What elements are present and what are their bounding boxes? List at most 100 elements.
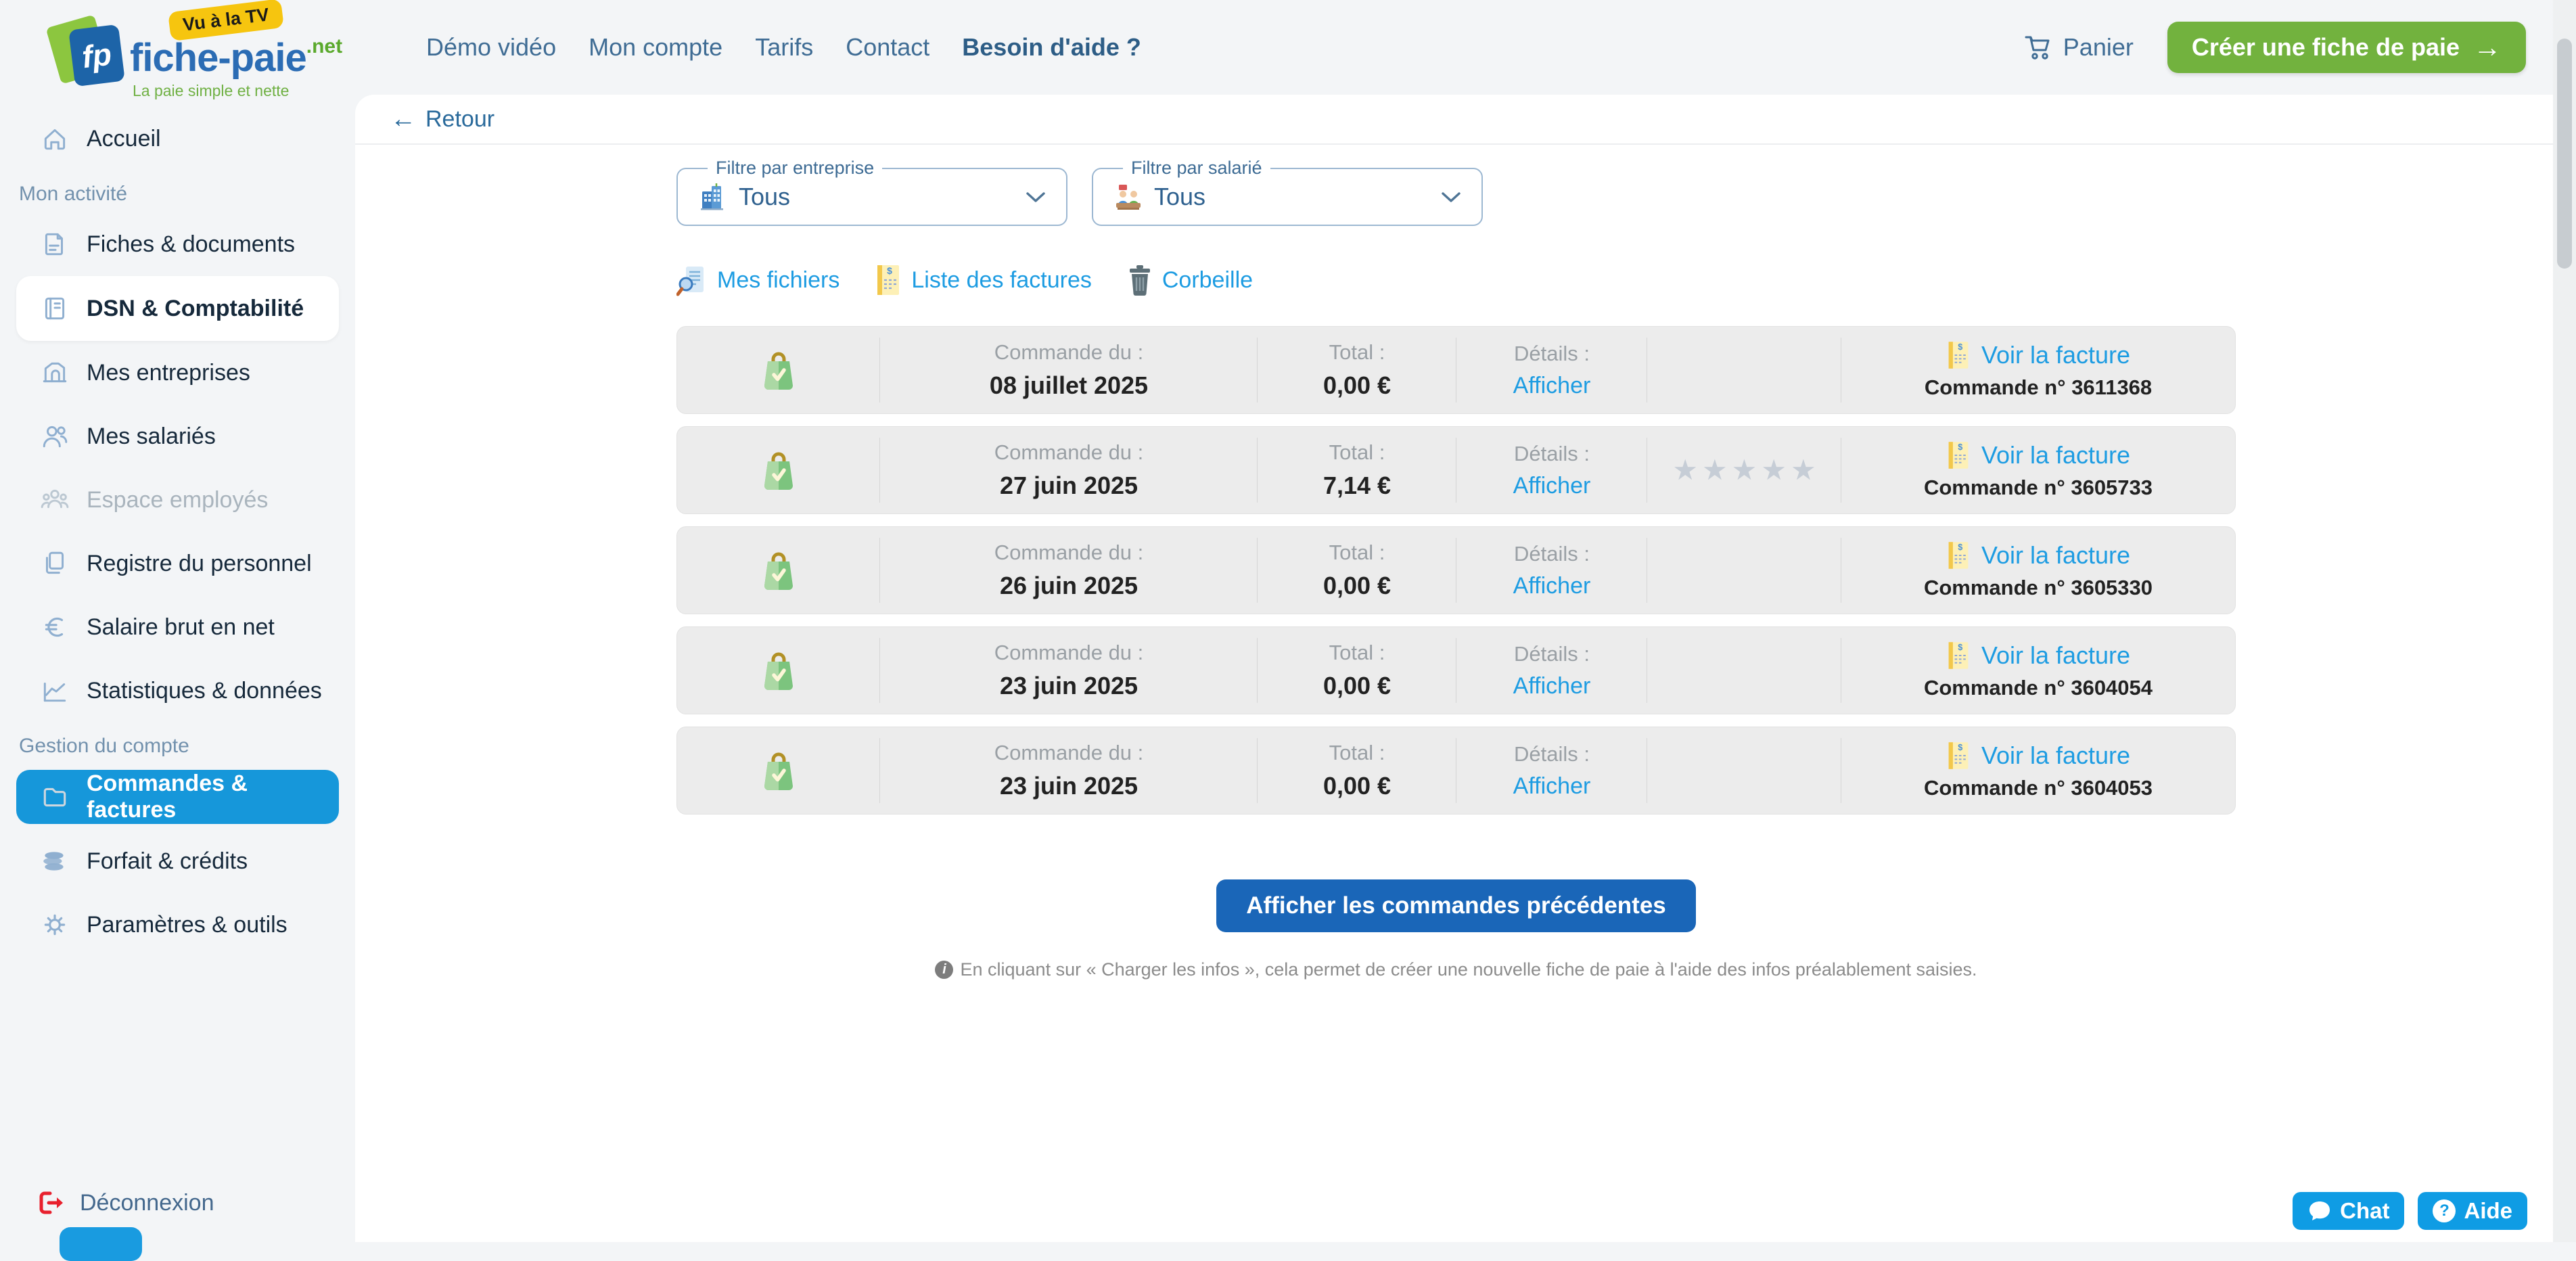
- line-chart-icon: [41, 677, 69, 705]
- cart-label: Panier: [2063, 33, 2134, 62]
- star-icon: ★: [1791, 456, 1816, 484]
- cart-icon: [2024, 33, 2054, 62]
- sidebar-item-commandes-factures[interactable]: Commandes & factures: [16, 770, 339, 824]
- order-row: Commande du : 23 juin 2025 Total : 0,00 …: [676, 626, 2236, 714]
- order-row: Commande du : 27 juin 2025 Total : 7,14 …: [676, 426, 2236, 514]
- footnote: i En cliquant sur « Charger les infos »,…: [676, 959, 2236, 980]
- order-rating-cell: [1647, 627, 1841, 714]
- invoice-icon: $: [1946, 741, 1971, 771]
- afficher-link[interactable]: Afficher: [1513, 473, 1591, 499]
- voir-facture-link[interactable]: $ Voir la facture: [1946, 440, 2130, 470]
- sidebar-item-accueil[interactable]: Accueil: [0, 107, 355, 170]
- shopping-bag-icon: [759, 448, 798, 492]
- sidebar-item-parametres-outils[interactable]: Paramètres & outils: [0, 893, 355, 957]
- order-bag-cell: [677, 527, 880, 614]
- sidebar-section-mon-activite: Mon activité: [0, 170, 355, 212]
- trash-icon: [1127, 264, 1153, 296]
- order-rating-cell: [1647, 727, 1841, 814]
- voir-facture-link[interactable]: $ Voir la facture: [1946, 741, 2130, 771]
- sidebar-item-mes-salaries[interactable]: Mes salariés: [0, 405, 355, 468]
- order-date-cell: Commande du : 08 juillet 2025: [880, 327, 1258, 413]
- ledger-icon: [41, 294, 69, 323]
- order-number: Commande n° 3604053: [1924, 776, 2153, 800]
- order-number: Commande n° 3604054: [1924, 676, 2153, 700]
- invoice-icon: $: [1946, 440, 1971, 470]
- chevron-down-icon: [1441, 191, 1461, 203]
- nav-contact[interactable]: Contact: [846, 33, 929, 62]
- back-link[interactable]: ← Retour: [390, 106, 495, 133]
- arrow-right-icon: →: [2473, 33, 2502, 62]
- orders-list: Commande du : 08 juillet 2025 Total : 0,…: [676, 326, 2236, 815]
- voir-facture-link[interactable]: $ Voir la facture: [1946, 340, 2130, 370]
- create-payslip-button[interactable]: Créer une fiche de paie →: [2167, 22, 2526, 73]
- scrollbar[interactable]: [2553, 0, 2576, 1242]
- gear-icon: [41, 911, 69, 939]
- top-header: fp Vu à la TV fiche-paie.net La paie sim…: [0, 0, 2553, 95]
- nav-besoin-aide[interactable]: Besoin d'aide ?: [962, 33, 1141, 62]
- main-nav: Démo vidéo Mon compte Tarifs Contact Bes…: [426, 33, 1141, 62]
- nav-demo-video[interactable]: Démo vidéo: [426, 33, 556, 62]
- order-date-cell: Commande du : 23 juin 2025: [880, 727, 1258, 814]
- cart-button[interactable]: Panier: [2024, 33, 2134, 62]
- shopping-bag-icon: [759, 548, 798, 593]
- afficher-link[interactable]: Afficher: [1513, 773, 1591, 800]
- svg-text:$: $: [887, 265, 892, 276]
- order-date-cell: Commande du : 27 juin 2025: [880, 427, 1258, 513]
- sidebar-item-dsn-comptabilite[interactable]: DSN & Comptabilité: [16, 276, 339, 341]
- nav-mon-compte[interactable]: Mon compte: [589, 33, 722, 62]
- order-invoice-cell: $ Voir la facture Commande n° 3605733: [1841, 427, 2235, 513]
- svg-text:$: $: [1958, 342, 1962, 352]
- order-number: Commande n° 3605733: [1924, 476, 2153, 500]
- order-invoice-cell: $ Voir la facture Commande n° 3604053: [1841, 727, 2235, 814]
- partial-bottom-button[interactable]: [60, 1227, 142, 1261]
- filter-entreprise-select[interactable]: Filtre par entreprise Tous: [676, 168, 1067, 226]
- nav-tarifs[interactable]: Tarifs: [755, 33, 813, 62]
- star-icon: ★: [1732, 456, 1757, 484]
- app-logo[interactable]: fp Vu à la TV fiche-paie.net La paie sim…: [27, 0, 406, 95]
- sidebar-item-statistiques-donnees[interactable]: Statistiques & données: [0, 659, 355, 723]
- star-icon: ★: [1761, 456, 1787, 484]
- sidebar-item-fiches-documents[interactable]: Fiches & documents: [0, 212, 355, 276]
- mes-fichiers-link[interactable]: Mes fichiers: [676, 264, 840, 296]
- filter-salarie-select[interactable]: Filtre par salarié Tous: [1092, 168, 1483, 226]
- order-total-cell: Total : 7,14 €: [1258, 427, 1456, 513]
- sidebar-item-salaire-brut-net[interactable]: Salaire brut en net: [0, 595, 355, 659]
- voir-facture-link[interactable]: $ Voir la facture: [1946, 641, 2130, 670]
- sidebar-item-espace-employes[interactable]: Espace employés: [0, 468, 355, 532]
- star-icon: ★: [1672, 456, 1698, 484]
- info-icon: i: [935, 961, 953, 979]
- scrollbar-thumb[interactable]: [2557, 39, 2572, 269]
- folder-icon: [41, 783, 69, 811]
- sidebar-item-registre-personnel[interactable]: Registre du personnel: [0, 532, 355, 595]
- order-rating-cell: [1647, 327, 1841, 413]
- order-total-cell: Total : 0,00 €: [1258, 327, 1456, 413]
- coins-icon: [41, 847, 69, 875]
- afficher-link[interactable]: Afficher: [1513, 373, 1591, 399]
- sidebar-item-mes-entreprises[interactable]: Mes entreprises: [0, 341, 355, 405]
- svg-text:$: $: [1958, 743, 1962, 752]
- order-invoice-cell: $ Voir la facture Commande n° 3611368: [1841, 327, 2235, 413]
- logout-button[interactable]: Déconnexion: [38, 1189, 214, 1216]
- rating-stars[interactable]: ★★★★★: [1672, 456, 1816, 484]
- liste-factures-link[interactable]: $ Liste des factures: [875, 264, 1091, 296]
- corbeille-link[interactable]: Corbeille: [1127, 264, 1253, 296]
- order-details-cell: Détails : Afficher: [1456, 327, 1647, 413]
- voir-facture-link[interactable]: $ Voir la facture: [1946, 541, 2130, 570]
- star-icon: ★: [1702, 456, 1728, 484]
- order-date-cell: Commande du : 23 juin 2025: [880, 627, 1258, 714]
- order-details-cell: Détails : Afficher: [1456, 527, 1647, 614]
- invoice-icon: $: [1946, 641, 1971, 670]
- help-button[interactable]: ? Aide: [2418, 1192, 2527, 1230]
- back-bar: ← Retour: [355, 95, 2553, 145]
- order-details-cell: Détails : Afficher: [1456, 427, 1647, 513]
- building-icon: [41, 359, 69, 387]
- load-previous-orders-button[interactable]: Afficher les commandes précédentes: [1216, 879, 1696, 932]
- sidebar-item-forfait-credits[interactable]: Forfait & crédits: [0, 829, 355, 893]
- chat-button[interactable]: Chat: [2293, 1192, 2404, 1230]
- afficher-link[interactable]: Afficher: [1513, 573, 1591, 599]
- afficher-link[interactable]: Afficher: [1513, 673, 1591, 700]
- arrow-left-icon: ←: [390, 106, 416, 132]
- order-total-cell: Total : 0,00 €: [1258, 527, 1456, 614]
- svg-text:$: $: [1958, 442, 1962, 452]
- shopping-bag-icon: [759, 648, 798, 693]
